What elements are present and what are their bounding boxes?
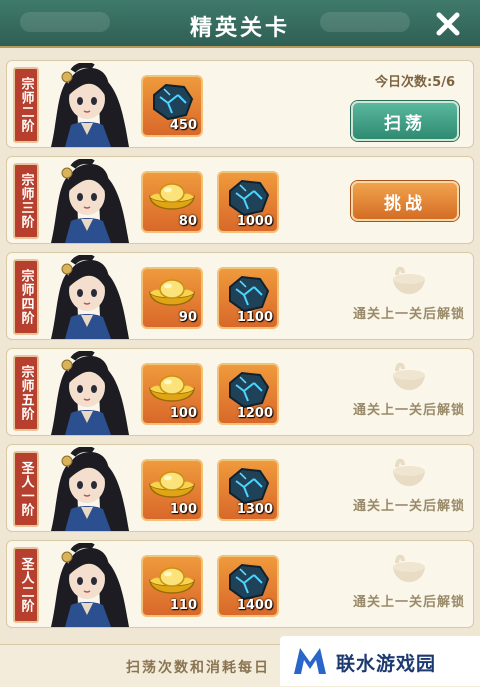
reward-item[interactable]: 100 [141,363,203,425]
close-icon[interactable] [434,10,462,38]
daily-attempts: 今日次数:5/6 [374,75,455,90]
reward-count: 1400 [236,598,273,613]
reward-count: 1100 [236,310,273,325]
watermark: 联水游戏园 [280,636,480,686]
stage-row: 宗师三阶 80 1000 挑战 [6,156,474,244]
rank-label: 宗师四阶 [18,269,34,325]
reward-item[interactable]: 110 [141,555,203,617]
reward-item[interactable]: 1000 [217,171,279,233]
reward-count: 90 [178,310,197,325]
reward-item[interactable]: 450 [141,75,203,137]
unlock-hint: 通关上一关后解锁 [352,307,465,322]
character-portrait [43,541,131,627]
reward-item[interactable]: 1100 [217,267,279,329]
lock-icon [389,361,429,397]
reward-item[interactable]: 80 [141,171,203,233]
character-portrait [43,157,131,243]
stage-row: 圣人二阶 110 1400 通关上一关后解锁 [6,540,474,628]
reward-count: 1300 [236,502,273,517]
character-portrait [43,349,131,435]
unlock-hint: 通关上一关后解锁 [352,403,465,418]
stage-list[interactable]: 宗师二阶 450 今日次数:5/6 扫荡 宗师三阶 80 1000 挑战 宗师四… [0,52,480,642]
lock-icon [389,457,429,493]
reward-item[interactable]: 1400 [217,555,279,617]
page-title: 精英关卡 [189,16,290,41]
stage-row: 宗师五阶 100 1200 通关上一关后解锁 [6,348,474,436]
rank-badge: 宗师四阶 [13,259,39,335]
reward-item[interactable]: 1300 [217,459,279,521]
reward-count: 1000 [236,214,273,229]
lock-icon [389,265,429,301]
rank-badge: 宗师二阶 [13,67,39,143]
reward-count: 100 [169,406,197,421]
challenge-button[interactable]: 挑战 [351,181,459,221]
reward-item[interactable]: 100 [141,459,203,521]
title-bar: 精英关卡 [0,0,480,48]
rank-label: 圣人二阶 [18,557,34,613]
lock-icon [389,553,429,589]
unlock-hint: 通关上一关后解锁 [352,499,465,514]
reward-count: 1200 [236,406,273,421]
rank-badge: 宗师五阶 [13,355,39,431]
character-portrait [43,61,131,147]
reward-count: 100 [169,502,197,517]
stage-row: 圣人一阶 100 1300 通关上一关后解锁 [6,444,474,532]
watermark-text: 联水游戏园 [336,653,437,675]
unlock-hint: 通关上一关后解锁 [352,595,465,610]
reward-count: 80 [178,214,197,229]
sweep-button[interactable]: 扫荡 [351,101,459,141]
reward-count: 110 [169,598,197,613]
reward-count: 450 [169,118,197,133]
rank-label: 圣人一阶 [18,461,34,517]
character-portrait [43,445,131,531]
rank-badge: 圣人二阶 [13,547,39,623]
reward-item[interactable]: 1200 [217,363,279,425]
character-portrait [43,253,131,339]
reward-item[interactable]: 90 [141,267,203,329]
rank-label: 宗师五阶 [18,365,34,421]
stage-row: 宗师四阶 90 1100 通关上一关后解锁 [6,252,474,340]
stage-row: 宗师二阶 450 今日次数:5/6 扫荡 [6,60,474,148]
rank-label: 宗师二阶 [18,77,34,133]
rank-label: 宗师三阶 [18,173,34,229]
m-logo-icon [294,648,326,674]
rank-badge: 宗师三阶 [13,163,39,239]
footer-note: 扫荡次数和消耗每日 [126,660,270,676]
rank-badge: 圣人一阶 [13,451,39,527]
